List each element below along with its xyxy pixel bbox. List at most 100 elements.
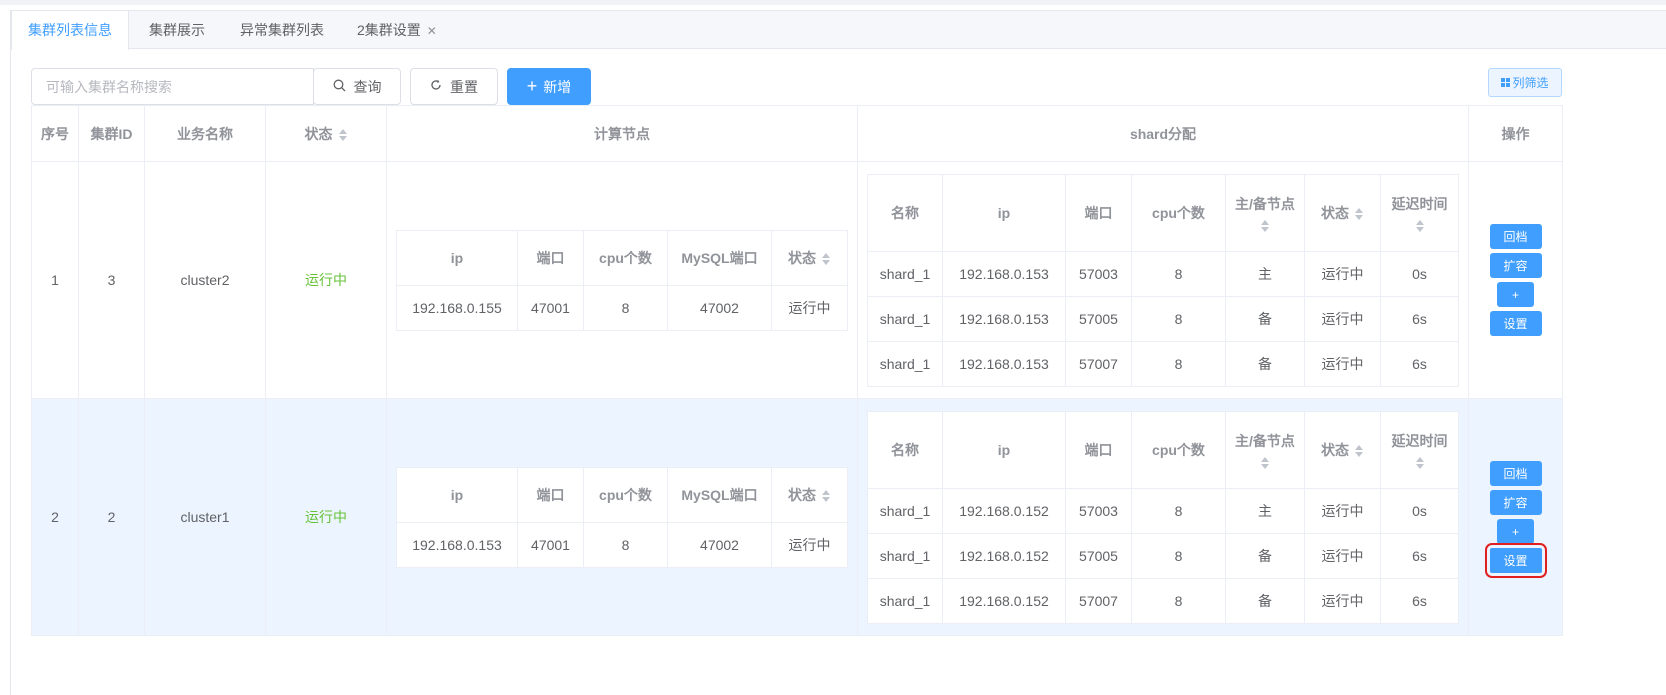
shard-row: shard_1 192.168.0.152 57005 8 备 运行中 6s [867,532,1459,579]
search-input[interactable] [31,68,314,105]
shard-cpu: 8 [1131,532,1226,579]
compute-row: 192.168.0.153 47001 8 47002 运行中 [396,521,848,568]
column-filter-button[interactable]: 列筛选 [1488,68,1562,97]
plus-icon: + [526,76,538,96]
shard-port: 57003 [1065,250,1132,297]
header-compute-nodes: 计算节点 [386,105,858,162]
settings-button[interactable]: 设置 [1484,543,1547,578]
header-business-name: 业务名称 [144,105,266,162]
cell-index: 2 [31,398,79,636]
shard-header-name: 名称 [867,410,943,489]
shard-port: 57007 [1065,577,1132,624]
compute-header-cpu: cpu个数 [583,229,668,286]
shard-row: shard_1 192.168.0.153 57003 8 主 运行中 0s [867,250,1459,297]
shard-header-delay-label: 延迟时间 [1391,432,1448,449]
shard-cpu: 8 [1131,487,1226,534]
cell-ops: 回档 扩容 + 设置 [1468,161,1563,399]
expand-button[interactable]: 扩容 [1489,490,1542,515]
shard-ip: 192.168.0.153 [942,250,1066,297]
compute-mysql-port: 47002 [667,284,772,331]
cell-cluster-id: 3 [78,161,145,399]
shard-name: shard_1 [867,577,943,624]
shard-header-status-label: 状态 [1321,204,1349,221]
tab-cluster-settings[interactable]: 2集群设置 ✕ [357,11,437,49]
shard-status: 运行中 [1304,577,1381,624]
compute-header-status[interactable]: 状态 [771,466,848,523]
tab-abnormal-clusters[interactable]: 异常集群列表 [240,11,324,49]
compute-header-status-label: 状态 [788,249,816,266]
compute-table: ip 端口 cpu个数 MySQL端口 状态 192.168.0.155 470… [396,229,848,331]
sort-icon[interactable] [1260,219,1270,233]
close-icon[interactable]: ✕ [427,24,437,38]
compute-cpu: 8 [583,521,668,568]
sort-icon[interactable] [1415,219,1425,233]
tab-panel: 集群列表信息 集群展示 异常集群列表 2集群设置 ✕ 查询 重置 + 新增 列筛选 [10,10,1666,695]
shard-ip: 192.168.0.152 [942,487,1066,534]
cell-ops: 回档 扩容 + 设置 [1468,398,1563,636]
compute-header-status-label: 状态 [788,486,816,503]
shard-header-cpu: cpu个数 [1131,410,1226,489]
expand-button[interactable]: 扩容 [1489,253,1542,278]
sort-icon[interactable] [1415,456,1425,470]
sort-icon[interactable] [338,128,348,142]
sort-icon[interactable] [821,489,831,503]
shard-port: 57005 [1065,295,1132,342]
compute-ip: 192.168.0.155 [396,284,518,331]
table-row: 2 2 cluster1 运行中 ip 端口 cpu个数 MySQL端口 状态 [31,398,1563,636]
sort-icon[interactable] [1354,444,1364,458]
shard-role: 备 [1225,340,1305,387]
shard-role: 主 [1225,487,1305,534]
compute-cpu: 8 [583,284,668,331]
shard-header-status[interactable]: 状态 [1304,173,1381,252]
header-shard: shard分配 [857,105,1469,162]
header-cluster-id: 集群ID [78,105,145,162]
shard-port: 57005 [1065,532,1132,579]
shard-header-delay[interactable]: 延迟时间 [1380,173,1459,252]
shard-name: shard_1 [867,487,943,534]
compute-header-mysql-port: MySQL端口 [667,466,772,523]
shard-header-port: 端口 [1065,410,1132,489]
tab-bar: 集群列表信息 集群展示 异常集群列表 2集群设置 ✕ [11,11,1666,50]
table-row: 1 3 cluster2 运行中 ip 端口 cpu个数 MySQL端口 状态 [31,161,1563,399]
shard-status: 运行中 [1304,487,1381,534]
tab-cluster-list[interactable]: 集群列表信息 [11,11,129,50]
compute-header-mysql-port: MySQL端口 [667,229,772,286]
shard-header-ip: ip [942,410,1066,489]
sort-icon[interactable] [1260,456,1270,470]
shard-status: 运行中 [1304,250,1381,297]
cell-business-name: cluster2 [144,161,266,399]
add-shard-button[interactable]: + [1497,282,1534,307]
settings-button[interactable]: 设置 [1489,311,1542,336]
shard-ip: 192.168.0.152 [942,532,1066,579]
reset-button[interactable]: 重置 [410,68,498,105]
top-strip [0,0,1666,5]
shard-header-cpu: cpu个数 [1131,173,1226,252]
shard-header-role[interactable]: 主/备节点 [1225,173,1305,252]
compute-port: 47001 [517,521,584,568]
refresh-icon [430,79,442,94]
tab-cluster-display[interactable]: 集群展示 [149,11,205,49]
compute-header-status[interactable]: 状态 [771,229,848,286]
compute-row: 192.168.0.155 47001 8 47002 运行中 [396,284,848,331]
sort-icon[interactable] [821,252,831,266]
shard-cpu: 8 [1131,250,1226,297]
add-button[interactable]: + 新增 [507,68,591,105]
archive-button[interactable]: 回档 [1489,461,1542,486]
cell-status: 运行中 [265,398,387,636]
sort-icon[interactable] [1354,207,1364,221]
shard-role: 备 [1225,295,1305,342]
shard-header-status[interactable]: 状态 [1304,410,1381,489]
header-status-label: 状态 [304,125,333,142]
compute-status: 运行中 [771,284,848,331]
tab-label: 2集群设置 [357,22,421,38]
shard-role: 主 [1225,250,1305,297]
compute-mysql-port: 47002 [667,521,772,568]
shard-ip: 192.168.0.153 [942,295,1066,342]
compute-ip: 192.168.0.153 [396,521,518,568]
shard-header-role[interactable]: 主/备节点 [1225,410,1305,489]
query-button[interactable]: 查询 [313,68,401,105]
header-status[interactable]: 状态 [265,105,387,162]
add-shard-button[interactable]: + [1497,519,1534,544]
shard-header-delay[interactable]: 延迟时间 [1380,410,1459,489]
archive-button[interactable]: 回档 [1489,224,1542,249]
